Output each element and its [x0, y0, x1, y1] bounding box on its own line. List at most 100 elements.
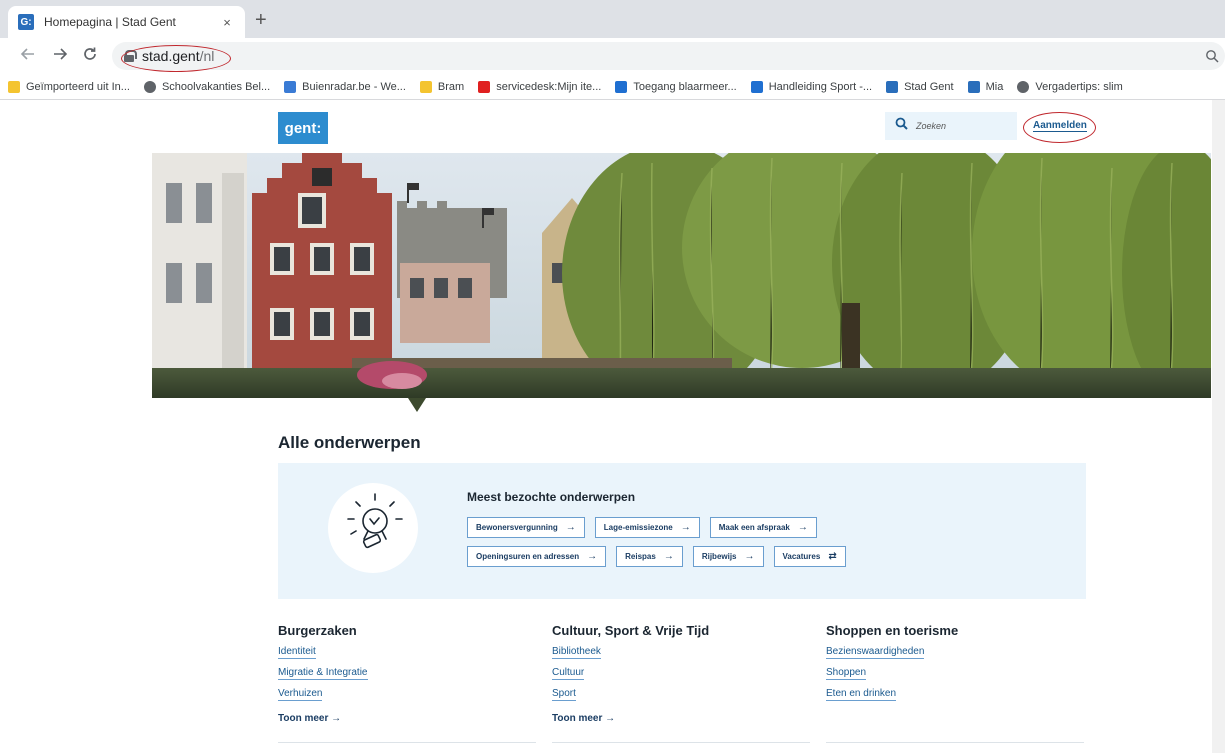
topic-link[interactable]: Bibliotheek [552, 646, 601, 659]
search-placeholder: Zoeken [916, 121, 947, 131]
bookmark-item[interactable]: servicedesk:Mijn ite... [478, 80, 602, 93]
topic-column: Burgerzaken Identiteit Migratie & Integrat… [278, 623, 538, 724]
bookmark-label: Mia [985, 80, 1004, 93]
topic-chip[interactable]: Lage-emissiezone → [594, 517, 700, 538]
arrow-right-icon: → [797, 522, 808, 533]
mia-icon [967, 80, 980, 93]
column-divider [278, 742, 536, 743]
topic-chip-label: Vacatures [782, 552, 821, 561]
topic-chips: Bewonersvergunning → Lage-emissiezone → Maak… [467, 517, 887, 575]
tab-title: Homepagina | Stad Gent [44, 15, 176, 29]
globe-icon [143, 80, 156, 93]
arrow-right-icon: → [587, 551, 598, 562]
bookmark-label: Toegang blaarmeer... [633, 80, 737, 93]
arrow-right-icon: → [680, 522, 691, 533]
bookmark-label: Schoolvakanties Bel... [161, 80, 271, 93]
bookmark-label: Bram [437, 80, 465, 93]
toegang-icon [615, 80, 628, 93]
address-bar[interactable]: stad.gent/nl [112, 42, 1225, 70]
gent-icon [886, 80, 899, 93]
close-tab-icon[interactable]: × [219, 15, 235, 30]
topic-link[interactable]: Migratie & Integratie [278, 667, 368, 680]
topic-chip-label: Openingsuren en adressen [476, 552, 580, 561]
back-icon[interactable] [20, 46, 36, 65]
new-tab-button[interactable]: + [255, 10, 267, 30]
search-icon [895, 117, 908, 135]
column-divider [826, 742, 1084, 743]
cross-icon [750, 80, 763, 93]
lightbulb-icon [328, 483, 418, 573]
bookmark-item[interactable]: Handleiding Sport -... [750, 80, 873, 93]
bookmark-label: Handleiding Sport -... [768, 80, 873, 93]
topic-column-title: Burgerzaken [278, 623, 357, 638]
page-title: Alle onderwerpen [278, 433, 421, 452]
topic-column: Shoppen en toerisme Bezienswaardigheden Sh… [826, 623, 1086, 709]
topic-link[interactable]: Sport [552, 688, 576, 701]
topic-link-list: Bibliotheek Cultuur Sport [552, 646, 812, 709]
topic-link[interactable]: Bezienswaardigheden [826, 646, 925, 659]
bookmark-item[interactable]: Schoolvakanties Bel... [143, 80, 271, 93]
external-link-icon: ⇄ [828, 551, 837, 562]
topic-column: Cultuur, Sport & Vrije Tijd Bibliotheek Cu… [552, 623, 812, 724]
bookmark-item[interactable]: Stad Gent [886, 80, 954, 93]
most-visited-panel: Meest bezochte onderwerpen Bewonersvergu… [278, 463, 1086, 599]
folder-icon [419, 80, 432, 93]
stad-gent-favicon-icon: G: [18, 14, 34, 30]
topic-chip-label: Bewonersvergunning [476, 523, 558, 532]
topic-chip[interactable]: Maak een afspraak → [709, 517, 817, 538]
topic-chip-label: Maak een afspraak [718, 523, 790, 532]
bookmark-label: servicedesk:Mijn ite... [496, 80, 602, 93]
show-more-link[interactable]: Toon meer → [278, 713, 538, 724]
bookmark-item[interactable]: Mia [967, 80, 1004, 93]
chip-row: Bewonersvergunning → Lage-emissiezone → Maak… [467, 517, 887, 538]
bookmark-label: Vergadertips: slim [1035, 80, 1123, 93]
topic-link[interactable]: Eten en drinken [826, 688, 897, 701]
topic-chip[interactable]: Reispas → [616, 546, 683, 567]
topic-column-title: Shoppen en toerisme [826, 623, 959, 638]
arrow-right-icon: → [565, 522, 576, 533]
topic-chip[interactable]: Bewonersvergunning → [467, 517, 585, 538]
topic-chip-label: Reispas [625, 552, 656, 561]
topic-chip-label: Lage-emissiezone [603, 523, 673, 532]
topic-column-title: Cultuur, Sport & Vrije Tijd [552, 623, 710, 638]
zoom-icon[interactable] [1205, 49, 1219, 63]
buienradar-icon [284, 80, 297, 93]
most-visited-heading: Meest bezochte onderwerpen [467, 490, 636, 504]
show-more-link[interactable]: Toon meer → [552, 713, 812, 724]
topic-chip-label: Rijbewijs [701, 552, 737, 561]
bookmark-item[interactable]: Bram [419, 80, 465, 93]
hero-pointer [408, 398, 426, 412]
hero-image [152, 153, 1211, 398]
gent-logo[interactable]: gent: [278, 112, 328, 144]
topic-link[interactable]: Shoppen [826, 667, 867, 680]
arrow-right-icon: → [744, 551, 755, 562]
page-scrollbar[interactable] [1212, 100, 1225, 753]
column-divider [552, 742, 810, 743]
reload-icon[interactable] [82, 46, 98, 65]
bookmark-item[interactable]: Geïmporteerd uit In... [8, 80, 130, 93]
url-annotation-ring [121, 45, 231, 72]
topic-link[interactable]: Verhuizen [278, 688, 323, 701]
browser-tab[interactable]: G: Homepagina | Stad Gent × [8, 6, 245, 38]
bookmark-item[interactable]: Toegang blaarmeer... [615, 80, 737, 93]
forward-icon[interactable] [52, 46, 68, 65]
bookmark-item[interactable]: Buienradar.be - We... [284, 80, 406, 93]
topic-chip[interactable]: Vacatures ⇄ [773, 546, 846, 567]
topic-chip[interactable]: Openingsuren en adressen → [467, 546, 607, 567]
topic-link-list: Bezienswaardigheden Shoppen Eten en drinke… [826, 646, 1086, 709]
bookmark-item[interactable]: Vergadertips: slim [1017, 80, 1123, 93]
globe-icon [1017, 80, 1030, 93]
topic-link[interactable]: Identiteit [278, 646, 316, 659]
bookmark-label: Stad Gent [904, 80, 954, 93]
bookmark-label: Geïmporteerd uit In... [26, 80, 130, 93]
topic-link[interactable]: Cultuur [552, 667, 585, 680]
arrow-right-icon: → [663, 551, 674, 562]
search-input[interactable]: Zoeken [885, 112, 1017, 140]
bookmarks-bar: Geïmporteerd uit In... Schoolvakanties Be… [0, 74, 1225, 100]
login-annotation-ring [1023, 112, 1096, 143]
topic-chip[interactable]: Rijbewijs → [692, 546, 764, 567]
bookmark-label: Buienradar.be - We... [302, 80, 406, 93]
flag-icon [478, 80, 491, 93]
folder-icon [8, 80, 20, 93]
chip-row: Openingsuren en adressen → Reispas → Rijbewi… [467, 546, 887, 567]
